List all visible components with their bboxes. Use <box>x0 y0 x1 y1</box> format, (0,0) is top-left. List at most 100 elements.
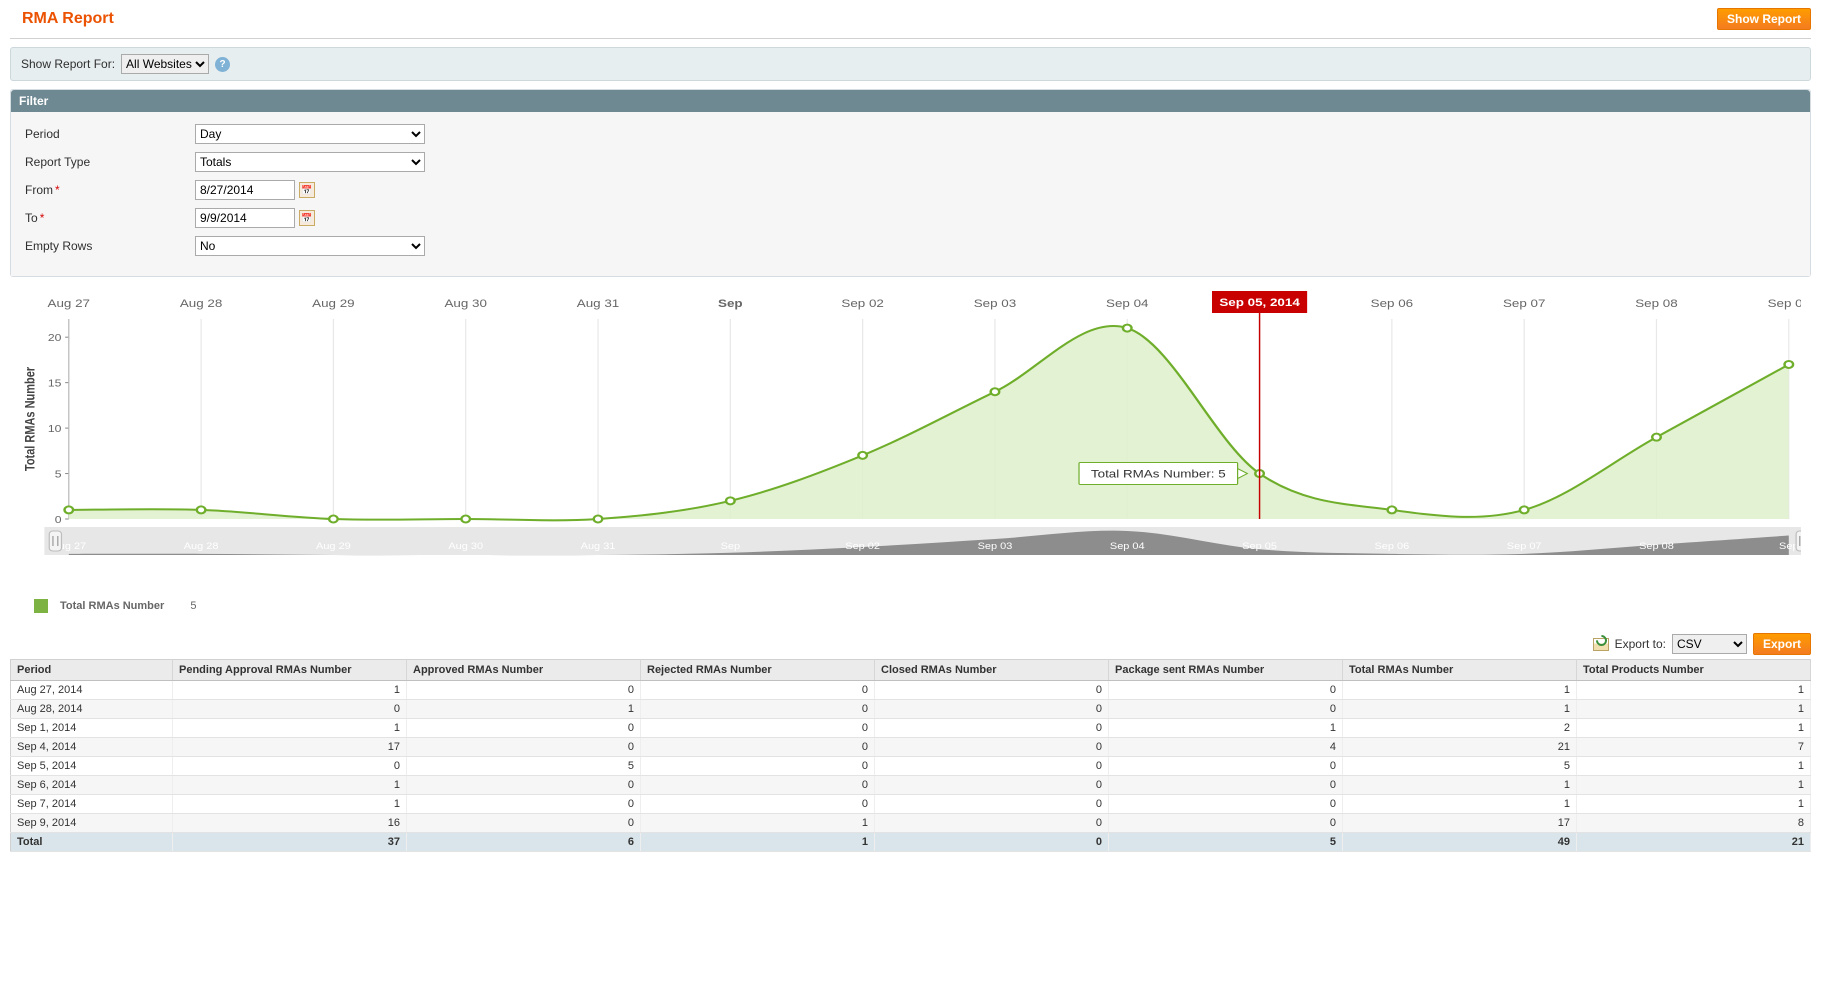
cell-value: 5 <box>1343 757 1577 776</box>
show-report-button[interactable]: Show Report <box>1717 8 1811 30</box>
svg-text:Sep: Sep <box>721 542 741 552</box>
svg-text:0: 0 <box>55 515 62 526</box>
col-header[interactable]: Closed RMAs Number <box>875 660 1109 681</box>
cell-value: 0 <box>1109 795 1343 814</box>
cell-value: 0 <box>875 681 1109 700</box>
cell-period: Sep 1, 2014 <box>11 719 173 738</box>
table-row: Sep 4, 2014170004217 <box>11 738 1811 757</box>
svg-text:Sep 02: Sep 02 <box>845 542 880 552</box>
calendar-icon[interactable]: 📅 <box>299 210 315 226</box>
cell-value: 1 <box>1577 681 1811 700</box>
svg-text:Sep 06: Sep 06 <box>1371 297 1414 310</box>
svg-text:Aug 27: Aug 27 <box>48 297 91 310</box>
cell-value: 0 <box>875 757 1109 776</box>
cell-value: 1 <box>1343 700 1577 719</box>
svg-text:Aug 29: Aug 29 <box>312 297 355 310</box>
cell-value: 0 <box>407 795 641 814</box>
svg-text:Sep 08: Sep 08 <box>1639 542 1674 552</box>
cell-period: Aug 28, 2014 <box>11 700 173 719</box>
cell-value: 0 <box>875 814 1109 833</box>
svg-text:Aug 28: Aug 28 <box>180 297 223 310</box>
svg-text:Aug 30: Aug 30 <box>444 297 487 310</box>
col-header[interactable]: Pending Approval RMAs Number <box>173 660 407 681</box>
table-row: Aug 27, 20141000011 <box>11 681 1811 700</box>
col-header[interactable]: Rejected RMAs Number <box>641 660 875 681</box>
report-scope-label: Show Report For: <box>21 57 115 71</box>
to-date-input[interactable] <box>195 208 295 228</box>
footer-label: Total <box>11 833 173 852</box>
cell-value: 0 <box>875 700 1109 719</box>
svg-text:Aug 28: Aug 28 <box>184 542 219 552</box>
export-format-select[interactable]: CSV <box>1672 634 1747 654</box>
chart-canvas[interactable]: Aug 27 Aug 28 Aug 29 Aug 30 Aug 31 Sep Sep 02 S… <box>20 289 1801 589</box>
svg-text:Total RMAs Number: Total RMAs Number <box>23 367 38 471</box>
cell-value: 0 <box>641 738 875 757</box>
export-button[interactable]: Export <box>1753 633 1811 655</box>
cell-value: 0 <box>173 757 407 776</box>
cell-value: 16 <box>173 814 407 833</box>
svg-text:Sep 04: Sep 04 <box>1110 542 1145 552</box>
svg-text:Aug 31: Aug 31 <box>577 297 620 310</box>
svg-text:Aug 30: Aug 30 <box>448 542 483 552</box>
table-row: Aug 28, 20140100011 <box>11 700 1811 719</box>
cell-value: 0 <box>407 719 641 738</box>
col-header[interactable]: Period <box>11 660 173 681</box>
filter-section: Filter Period Day Report Type Totals Fro… <box>10 89 1811 277</box>
cell-period: Sep 7, 2014 <box>11 795 173 814</box>
report-type-select[interactable]: Totals <box>195 152 425 172</box>
cell-value: 0 <box>1109 681 1343 700</box>
footer-value: 49 <box>1343 833 1577 852</box>
col-header[interactable]: Total RMAs Number <box>1343 660 1577 681</box>
cell-value: 1 <box>1577 795 1811 814</box>
cell-value: 0 <box>641 776 875 795</box>
empty-rows-select[interactable]: No <box>195 236 425 256</box>
cell-value: 1 <box>1343 776 1577 795</box>
cell-value: 0 <box>641 795 875 814</box>
col-header[interactable]: Total Products Number <box>1577 660 1811 681</box>
cell-value: 1 <box>173 719 407 738</box>
footer-value: 0 <box>875 833 1109 852</box>
from-date-input[interactable] <box>195 180 295 200</box>
cell-value: 0 <box>1109 757 1343 776</box>
help-icon[interactable]: ? <box>215 57 230 72</box>
cell-value: 0 <box>641 700 875 719</box>
legend-swatch <box>34 599 48 613</box>
cell-value: 1 <box>1577 776 1811 795</box>
cell-value: 5 <box>407 757 641 776</box>
svg-text:Sep 07: Sep 07 <box>1503 297 1546 310</box>
table-row: Sep 6, 20141000011 <box>11 776 1811 795</box>
calendar-icon[interactable]: 📅 <box>299 182 315 198</box>
table-row: Sep 9, 2014160100178 <box>11 814 1811 833</box>
label-period: Period <box>25 127 195 141</box>
footer-value: 37 <box>173 833 407 852</box>
cell-value: 0 <box>875 795 1109 814</box>
cell-value: 8 <box>1577 814 1811 833</box>
svg-text:10: 10 <box>48 424 62 435</box>
cell-value: 0 <box>875 719 1109 738</box>
cell-value: 1 <box>1577 700 1811 719</box>
report-scope-bar: Show Report For: All Websites ? <box>10 47 1811 81</box>
period-select[interactable]: Day <box>195 124 425 144</box>
footer-value: 21 <box>1577 833 1811 852</box>
col-header[interactable]: Approved RMAs Number <box>407 660 641 681</box>
col-header[interactable]: Package sent RMAs Number <box>1109 660 1343 681</box>
cell-value: 4 <box>1109 738 1343 757</box>
cell-period: Aug 27, 2014 <box>11 681 173 700</box>
footer-value: 5 <box>1109 833 1343 852</box>
cell-value: 1 <box>173 681 407 700</box>
label-to: To* <box>25 211 195 225</box>
svg-text:Total RMAs Number: 5: Total RMAs Number: 5 <box>1091 468 1226 481</box>
cell-value: 0 <box>1109 776 1343 795</box>
svg-text:Aug 29: Aug 29 <box>316 542 351 552</box>
cell-value: 0 <box>407 738 641 757</box>
cell-value: 1 <box>173 795 407 814</box>
cell-value: 0 <box>875 776 1109 795</box>
report-scope-select[interactable]: All Websites <box>121 54 209 74</box>
svg-text:Sep 05, 2014: Sep 05, 2014 <box>1219 296 1300 309</box>
export-bar: Export to: CSV Export <box>10 613 1811 659</box>
svg-text:Sep 02: Sep 02 <box>841 297 884 310</box>
svg-text:5: 5 <box>55 469 62 480</box>
svg-text:Sep 06: Sep 06 <box>1375 542 1410 552</box>
footer-value: 6 <box>407 833 641 852</box>
cell-value: 0 <box>1109 700 1343 719</box>
